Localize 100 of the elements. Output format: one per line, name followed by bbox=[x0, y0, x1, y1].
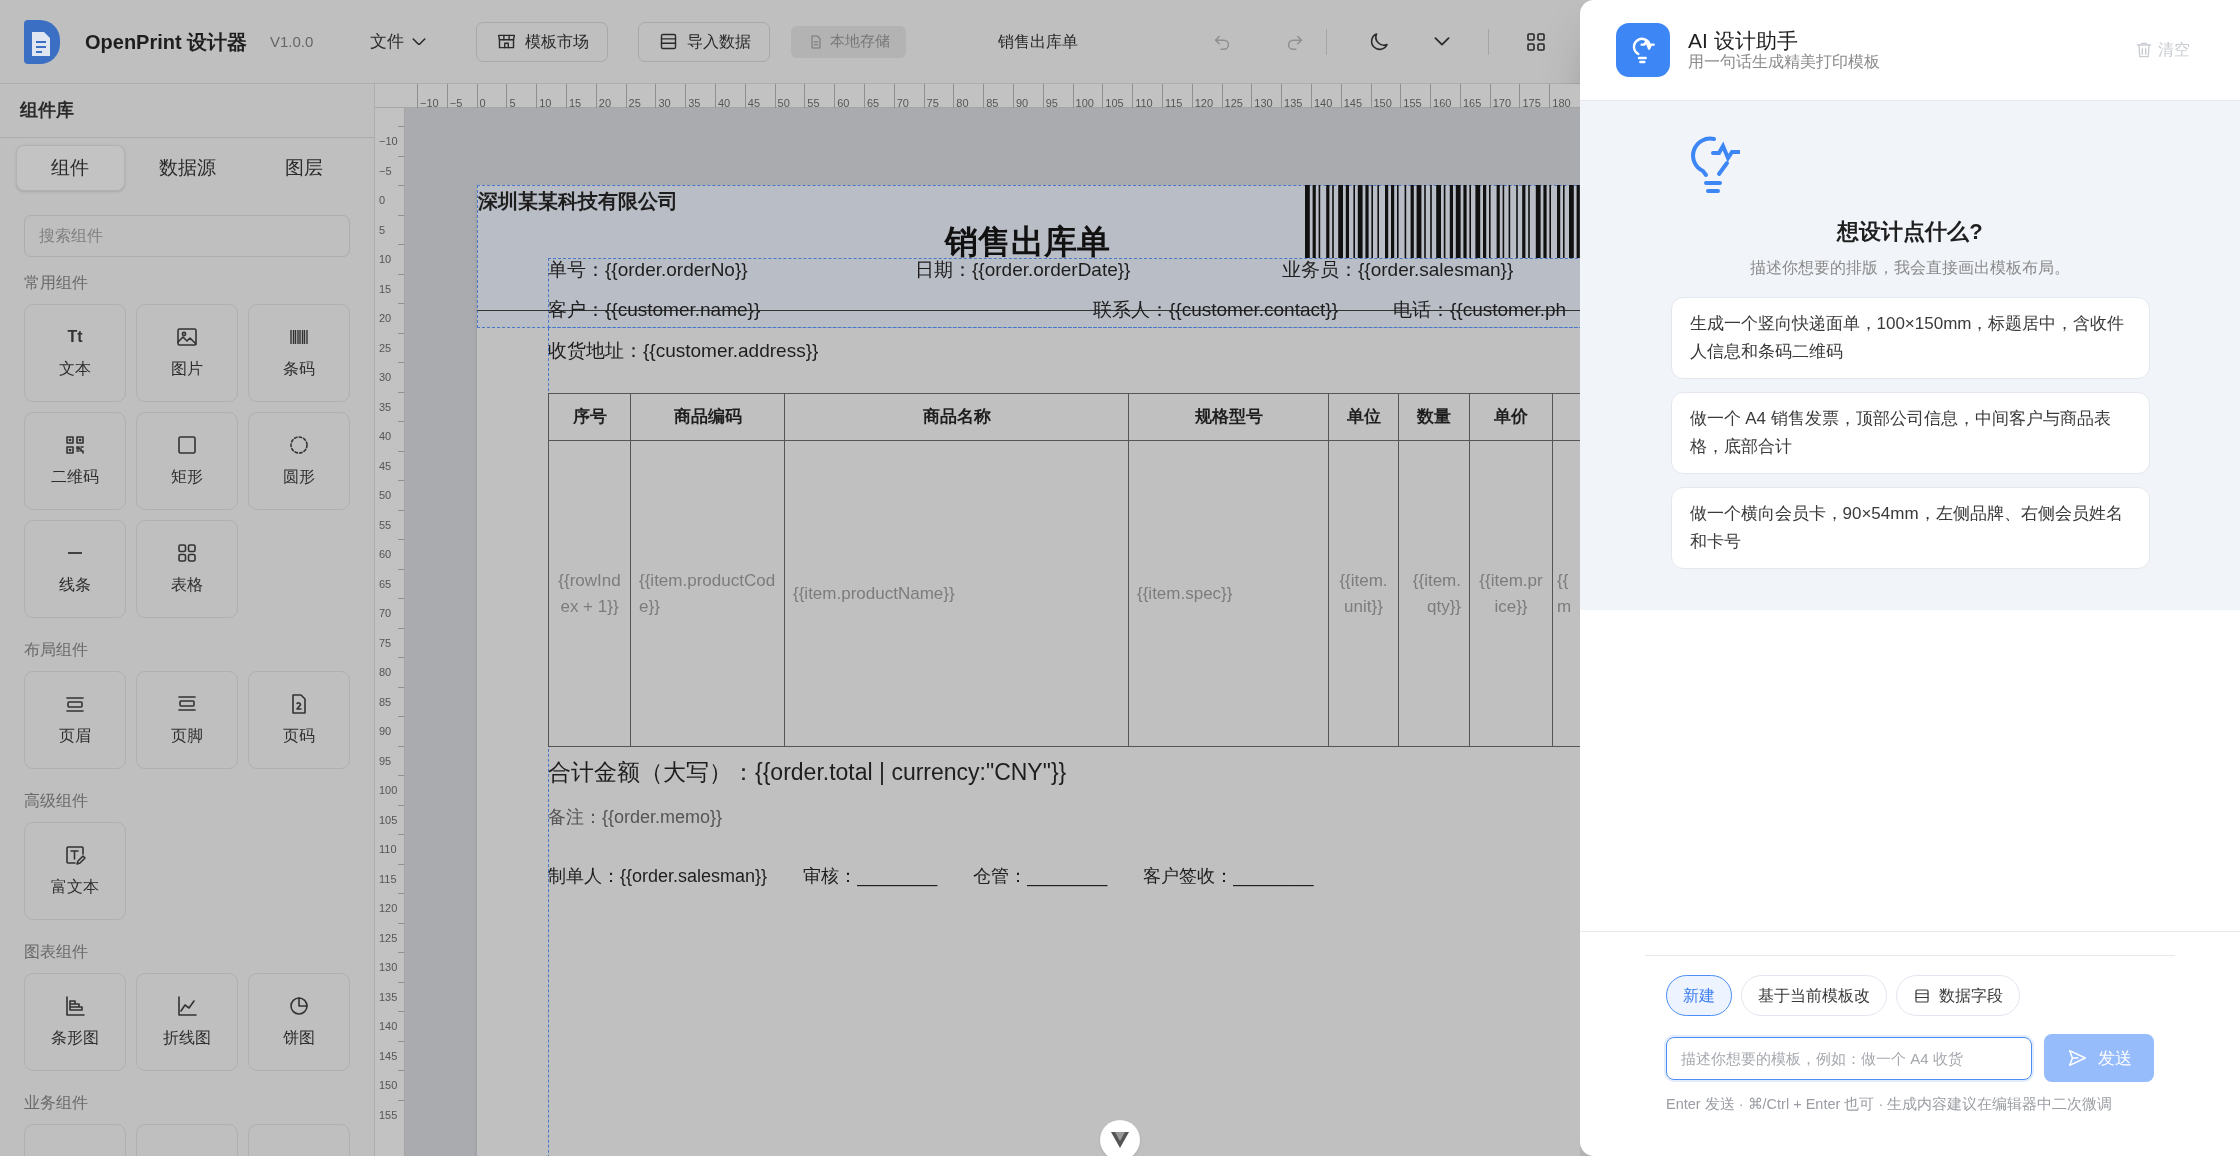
ruler-label: 60 bbox=[837, 97, 850, 109]
ruler-label: 145 bbox=[379, 1049, 398, 1062]
assistant-title: AI 设计助手 bbox=[1688, 29, 1799, 52]
signature-label: 客户签收：________ bbox=[1143, 865, 1314, 889]
component-card[interactable]: Tt 文本 bbox=[24, 304, 126, 402]
mode-chip[interactable]: 基于当前模板改 bbox=[1741, 975, 1887, 1017]
ruler-label: 30 bbox=[658, 97, 671, 109]
file-menu[interactable]: 文件 bbox=[370, 28, 445, 55]
ruler-label: 70 bbox=[379, 607, 392, 619]
ruler-label: 120 bbox=[1194, 97, 1214, 109]
component-card[interactable]: 矩形 bbox=[136, 412, 238, 510]
ruler-label: 100 bbox=[1075, 97, 1094, 109]
storage-badge: 本地存储 bbox=[791, 25, 906, 58]
component-card[interactable]: 富文本 bbox=[24, 822, 126, 920]
component-card[interactable]: 折线图 bbox=[136, 973, 238, 1071]
list-icon bbox=[1913, 986, 1931, 1005]
ruler-label: 160 bbox=[1433, 97, 1452, 109]
ruler-label: 0 bbox=[379, 194, 386, 206]
component-card[interactable]: 页眉 bbox=[24, 671, 126, 769]
ruler-label: 170 bbox=[1492, 97, 1512, 109]
ruler-label: 40 bbox=[379, 430, 392, 442]
square-icon bbox=[175, 433, 199, 457]
component-card[interactable]: 饼图 bbox=[248, 973, 350, 1071]
ruler-label: 90 bbox=[379, 725, 392, 737]
ruler-label: 135 bbox=[1284, 97, 1303, 109]
ruler-label: 55 bbox=[379, 518, 392, 531]
ruler-label: 95 bbox=[379, 754, 392, 767]
search-field[interactable]: 搜索组件 bbox=[24, 215, 350, 257]
ruler-label: 140 bbox=[1313, 97, 1333, 109]
component-card[interactable]: 条码 bbox=[248, 304, 350, 402]
table-cell: {{item.productName}} bbox=[784, 440, 1129, 747]
ruler-label: 20 bbox=[598, 97, 612, 109]
bar-chart-icon bbox=[63, 994, 87, 1018]
ruler-label: 0 bbox=[479, 97, 486, 109]
hint-text: Enter 发送 · ⌘/Ctrl + Enter 也可 · 生成内容建议在编辑器中二次微调 bbox=[1666, 1095, 2114, 1115]
ruler-label: 15 bbox=[379, 282, 392, 295]
field-label: 单号：{{order.orderNo}} bbox=[548, 259, 748, 280]
ruler-label: 25 bbox=[628, 97, 641, 109]
line-icon bbox=[68, 552, 82, 554]
ruler-label: 90 bbox=[1015, 97, 1029, 109]
toolbar-button[interactable]: 模板市场 bbox=[476, 21, 608, 62]
ruler-label: −5 bbox=[379, 164, 392, 177]
signature-label: 审核：________ bbox=[803, 865, 938, 889]
table-cell: {{item.unit}} bbox=[1328, 440, 1399, 747]
panel-tab[interactable]: 图层 bbox=[249, 145, 358, 191]
ruler-label: 40 bbox=[717, 97, 731, 109]
prompt-hint: 描述你想要的排版，我会直接画出模板布局。 bbox=[1749, 258, 2071, 278]
theme-menu-button[interactable] bbox=[1434, 37, 1450, 46]
suggestion-card[interactable]: 做一个 A4 销售发票，顶部公司信息，中间客户与商品表格，底部合计 bbox=[1670, 392, 2150, 474]
section-title: 高级组件 bbox=[24, 791, 89, 811]
assistant-logo-icon bbox=[1616, 23, 1670, 77]
ruler-label: 5 bbox=[509, 97, 516, 109]
component-card[interactable]: 图片 bbox=[136, 304, 238, 402]
ruler-label: 105 bbox=[379, 813, 398, 826]
ruler-label: 95 bbox=[1045, 97, 1058, 109]
ruler-label: 130 bbox=[379, 961, 398, 973]
field-label: 业务员：{{order.salesman}} bbox=[1282, 259, 1514, 280]
ruler-label: 60 bbox=[379, 548, 392, 560]
ruler-label: 110 bbox=[1135, 97, 1153, 109]
component-card[interactable]: 页码 bbox=[248, 671, 350, 769]
prompt-input[interactable]: 描述你想要的模板，例如：做一个 A4 收货 bbox=[1666, 1036, 2033, 1080]
component-card[interactable]: 表格 bbox=[136, 520, 238, 618]
ruler-label: 105 bbox=[1105, 97, 1124, 109]
toolbar-button[interactable]: 导入数据 bbox=[638, 21, 770, 62]
suggestion-card[interactable]: 做一个横向会员卡，90×54mm，左侧品牌、右侧会员姓名和卡号 bbox=[1670, 487, 2150, 569]
section-title: 图表组件 bbox=[24, 942, 89, 962]
ruler-label: 55 bbox=[807, 97, 820, 109]
ruler-label: 25 bbox=[379, 341, 392, 354]
table-header-cell: 商品编码 bbox=[630, 393, 785, 441]
panel-title: 组件库 bbox=[20, 99, 74, 122]
document-title: 销售出库单 bbox=[998, 32, 1078, 50]
table-cell: {{rowIndex + 1}} bbox=[548, 440, 631, 747]
ruler-label: 65 bbox=[379, 577, 392, 590]
component-card[interactable]: 条形图 bbox=[24, 973, 126, 1071]
signature-label: 制单人：{{order.salesman}} bbox=[548, 865, 768, 888]
mode-chip[interactable]: 新建 bbox=[1666, 975, 1732, 1017]
ruler-label: 45 bbox=[747, 97, 760, 109]
ruler-label: −10 bbox=[379, 135, 398, 147]
component-card[interactable]: 线条 bbox=[24, 520, 126, 618]
data-fields-button[interactable]: 数据字段 bbox=[1896, 975, 2020, 1017]
ruler-label: 65 bbox=[866, 97, 880, 109]
panel-tab[interactable]: 数据源 bbox=[132, 145, 242, 191]
chevron-down-icon bbox=[1434, 37, 1450, 46]
total-label: 合计金额（大写）：{{order.total | currency:"CNY"}} bbox=[548, 758, 1067, 786]
component-card[interactable]: 圆形 bbox=[248, 412, 350, 510]
ruler-label: −5 bbox=[449, 97, 463, 109]
ruler-label: 50 bbox=[379, 489, 392, 501]
app-name: OpenPrint 设计器 bbox=[85, 30, 248, 53]
ruler-label: 165 bbox=[1462, 97, 1482, 109]
signature-label: 仓管：________ bbox=[973, 865, 1108, 889]
panel-tab[interactable]: 组件 bbox=[16, 145, 125, 191]
field-label: 收货地址：{{customer.address}} bbox=[548, 340, 819, 361]
component-card[interactable]: 页脚 bbox=[136, 671, 238, 769]
ruler-label: 85 bbox=[379, 695, 392, 708]
ruler-label: 75 bbox=[926, 97, 939, 109]
suggestion-card[interactable]: 生成一个竖向快递面单，100×150mm，标题居中，含收件人信息和条码二维码 bbox=[1670, 297, 2150, 379]
dashed-circle-icon bbox=[287, 433, 311, 457]
component-card[interactable]: 二维码 bbox=[24, 412, 126, 510]
ruler-label: 150 bbox=[1373, 97, 1392, 109]
ruler-label: 20 bbox=[379, 312, 392, 324]
